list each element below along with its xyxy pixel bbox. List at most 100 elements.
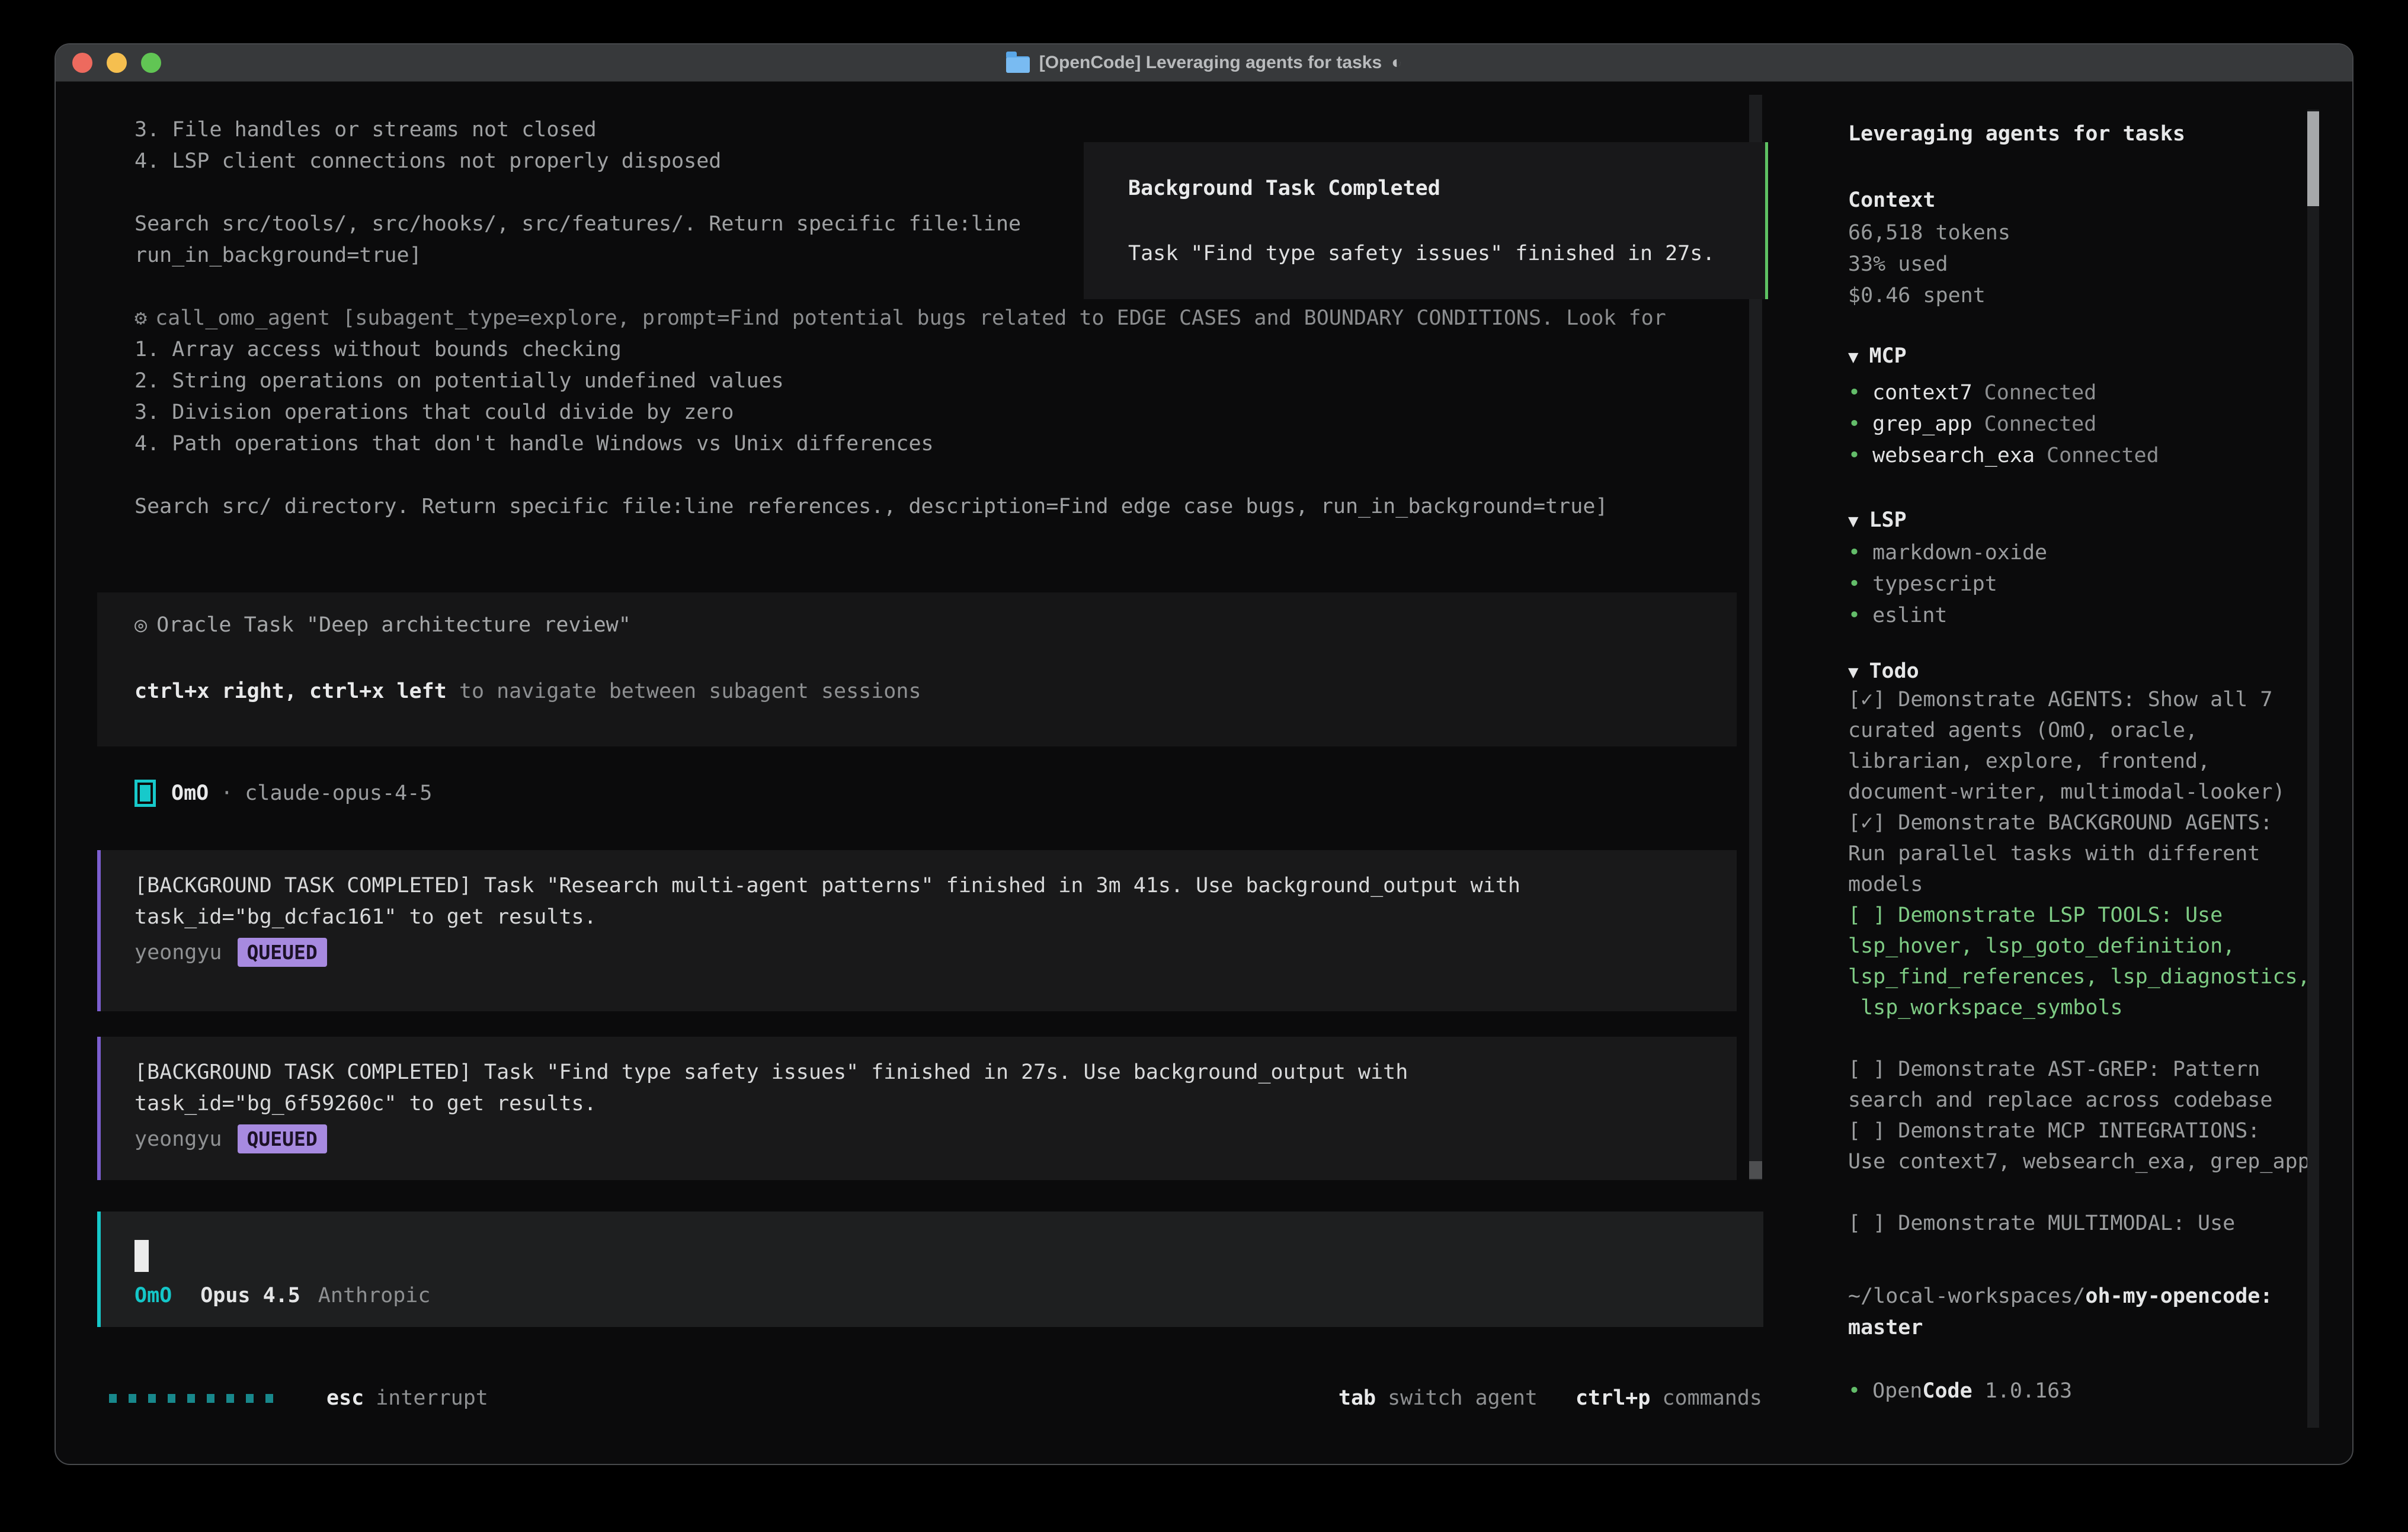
separator-dot: · bbox=[220, 781, 233, 805]
mcp-section-header[interactable]: ▼MCP bbox=[1848, 341, 1907, 373]
toast-title: Background Task Completed bbox=[1128, 177, 1440, 200]
chat-scrollbar-thumb[interactable] bbox=[1749, 1161, 1762, 1179]
mcp-name: grep_app bbox=[1872, 412, 1972, 436]
mcp-item: •context7Connected bbox=[1848, 377, 2096, 409]
maximize-button[interactable] bbox=[141, 53, 161, 73]
window-controls bbox=[72, 44, 161, 81]
status-dot-icon: • bbox=[1848, 1379, 1861, 1403]
session-spinner-icon: ◐ bbox=[1391, 53, 1402, 73]
task-message-line: task_id="bg_6f59260c" to get results. bbox=[135, 1092, 597, 1116]
close-button[interactable] bbox=[72, 53, 92, 73]
window-title: [OpenCode] Leveraging agents for tasks ◐ bbox=[1006, 53, 1402, 73]
todo-line: document-writer, multimodal-looker) bbox=[1848, 777, 2310, 807]
task-message-line: task_id="bg_dcfac161" to get results. bbox=[135, 905, 597, 929]
todo-line: lsp_find_references, lsp_diagnostics, bbox=[1848, 961, 2310, 992]
chat-line bbox=[135, 460, 1741, 491]
session-title: Leveraging agents for tasks bbox=[1848, 118, 2185, 150]
workspace-branch: master bbox=[1848, 1312, 1923, 1344]
text-cursor bbox=[135, 1240, 149, 1272]
task-message-line: [BACKGROUND TASK COMPLETED] Task "Find t… bbox=[135, 1060, 1408, 1084]
lsp-name: eslint bbox=[1872, 604, 1947, 627]
agent-model: claude-opus-4-5 bbox=[245, 781, 432, 805]
activity-dot-icon bbox=[148, 1394, 156, 1403]
opencode-version: •OpenCode 1.0.163 bbox=[1848, 1376, 2072, 1407]
todo-line: lsp_hover, lsp_goto_definition, bbox=[1848, 931, 2310, 961]
todo-line: Use context7, websearch_exa, grep_app bbox=[1848, 1146, 2310, 1177]
prompt-input[interactable]: OmO Opus 4.5 Anthropic bbox=[97, 1212, 1763, 1327]
lsp-item: • typescript bbox=[1848, 569, 1997, 600]
ctrlp-key-hint: commands bbox=[1662, 1386, 1762, 1410]
todo-line bbox=[1848, 1177, 2310, 1208]
background-task-toast: Background Task Completed Task "Find typ… bbox=[1084, 142, 1768, 299]
background-task-message: [BACKGROUND TASK COMPLETED] Task "Find t… bbox=[97, 1037, 1737, 1180]
agent-name: OmO bbox=[171, 781, 209, 805]
queued-badge: QUEUED bbox=[238, 1124, 327, 1153]
workspace-path: ~/local-workspaces/oh-my-opencode: bbox=[1848, 1281, 2272, 1312]
context-spent: $0.46 spent bbox=[1848, 280, 1986, 312]
todo-section-header[interactable]: ▼Todo bbox=[1848, 656, 1919, 688]
sidebar-scrollbar bbox=[2307, 110, 2319, 1428]
status-dot-icon: • bbox=[1848, 381, 1861, 405]
gear-icon: ⚙ bbox=[135, 306, 147, 330]
lsp-name: typescript bbox=[1872, 572, 1997, 596]
nav-shortcut-keys: ctrl+x right, ctrl+x left bbox=[135, 680, 447, 703]
oracle-task-label: Oracle Task "Deep architecture review" bbox=[156, 613, 631, 637]
lsp-item: • markdown-oxide bbox=[1848, 537, 2047, 569]
status-dot-icon: • bbox=[1848, 604, 1861, 627]
activity-dot-icon bbox=[246, 1394, 254, 1403]
lsp-name: markdown-oxide bbox=[1872, 541, 2047, 565]
activity-dot-icon bbox=[109, 1394, 117, 1403]
mcp-item: •grep_appConnected bbox=[1848, 409, 2096, 440]
chat-line: 1. Array access without bounds checking bbox=[135, 334, 1741, 366]
activity-dots bbox=[109, 1394, 273, 1403]
activity-dot-icon bbox=[129, 1394, 136, 1403]
agent-header: OmO · claude-opus-4-5 bbox=[135, 778, 432, 809]
todo-line: [ ] Demonstrate AST-GREP: Pattern bbox=[1848, 1054, 2310, 1085]
mcp-status: Connected bbox=[2047, 444, 2159, 467]
ctrlp-key-label: ctrl+p bbox=[1576, 1386, 1650, 1410]
esc-key-hint: interrupt bbox=[376, 1386, 488, 1410]
mcp-name: websearch_exa bbox=[1872, 444, 2035, 467]
minimize-button[interactable] bbox=[107, 53, 127, 73]
nav-shortcut-hint: to navigate between subagent sessions bbox=[447, 680, 921, 703]
status-dot-icon: • bbox=[1848, 444, 1861, 467]
todo-line: search and replace across codebase bbox=[1848, 1085, 2310, 1116]
sidebar: Leveraging agents for tasks Context 66,5… bbox=[1848, 44, 2304, 1465]
todo-line: [✓] Demonstrate BACKGROUND AGENTS: bbox=[1848, 807, 2310, 838]
activity-dot-icon bbox=[168, 1394, 175, 1403]
mcp-status: Connected bbox=[1984, 412, 2097, 436]
chat-line: 3. Division operations that could divide… bbox=[135, 397, 1741, 428]
todo-line: [ ] Demonstrate MCP INTEGRATIONS: bbox=[1848, 1116, 2310, 1146]
chat-line: 4. Path operations that don't handle Win… bbox=[135, 428, 1741, 460]
task-user: yeongyu bbox=[135, 941, 222, 964]
sidebar-scrollbar-thumb[interactable] bbox=[2307, 111, 2319, 206]
activity-dot-icon bbox=[207, 1394, 214, 1403]
context-tokens: 66,518 tokens bbox=[1848, 217, 2010, 249]
context-used: 33% used bbox=[1848, 249, 1948, 280]
status-dot-icon: • bbox=[1848, 572, 1861, 596]
context-heading: Context bbox=[1848, 185, 1936, 216]
task-user: yeongyu bbox=[135, 1127, 222, 1151]
todo-line: librarian, explore, frontend, bbox=[1848, 746, 2310, 777]
agent-badge-icon bbox=[135, 780, 156, 807]
todo-line: curated agents (OmO, oracle, bbox=[1848, 715, 2310, 746]
input-model-provider: Anthropic bbox=[318, 1284, 431, 1307]
activity-dot-icon bbox=[265, 1394, 273, 1403]
activity-dot-icon bbox=[187, 1394, 195, 1403]
model-selector[interactable]: OmO Opus 4.5 Anthropic bbox=[135, 1284, 430, 1307]
chat-line: Search src/ directory. Return specific f… bbox=[135, 491, 1741, 523]
version-number: 1.0.163 bbox=[1972, 1379, 2073, 1403]
chat-line: 2. String operations on potentially unde… bbox=[135, 366, 1741, 397]
todo-line: [ ] Demonstrate MULTIMODAL: Use bbox=[1848, 1208, 2310, 1239]
todo-line: Run parallel tasks with different bbox=[1848, 838, 2310, 869]
mcp-status: Connected bbox=[1984, 381, 2097, 405]
oracle-task-title: ◎Oracle Task "Deep architecture review" bbox=[135, 613, 631, 637]
activity-dot-icon bbox=[226, 1394, 234, 1403]
lsp-section-header[interactable]: ▼LSP bbox=[1848, 505, 1907, 537]
input-agent-name: OmO bbox=[135, 1284, 172, 1307]
chevron-down-icon: ▼ bbox=[1848, 347, 1858, 367]
folder-icon bbox=[1006, 56, 1030, 73]
status-dot-icon: • bbox=[1848, 541, 1861, 565]
background-task-message: [BACKGROUND TASK COMPLETED] Task "Resear… bbox=[97, 850, 1737, 1011]
chevron-down-icon: ▼ bbox=[1848, 662, 1858, 682]
